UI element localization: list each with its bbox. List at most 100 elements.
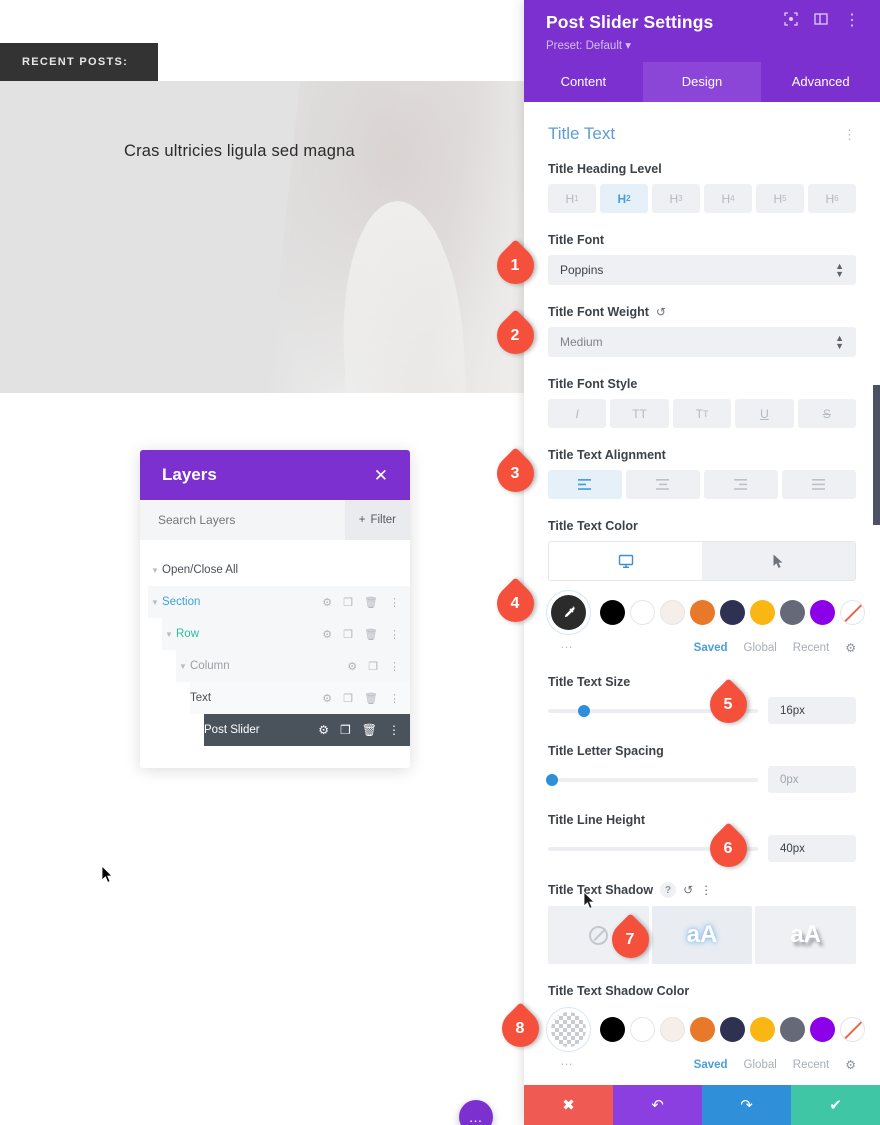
layout-icon[interactable] <box>814 12 828 30</box>
palette-tab-recent[interactable]: Recent <box>793 1059 829 1071</box>
palette-tab-saved[interactable]: Saved <box>694 1059 728 1071</box>
swatch-cream[interactable] <box>660 1017 685 1042</box>
letter-spacing-slider[interactable] <box>546 773 758 786</box>
focus-icon[interactable] <box>784 12 798 30</box>
swatch-purple[interactable] <box>810 600 835 625</box>
swatch-black[interactable] <box>600 1017 625 1042</box>
palette-tab-saved[interactable]: Saved <box>694 642 728 654</box>
close-button[interactable]: ✖ <box>524 1085 613 1125</box>
layer-row-open-close-all[interactable]: ▼ Open/Close All <box>140 554 410 586</box>
heading-level-h1[interactable]: H1 <box>548 184 596 213</box>
heading-level-h6[interactable]: H6 <box>808 184 856 213</box>
more-icon[interactable]: ⋮ <box>389 660 400 673</box>
font-style-smallcaps-icon[interactable]: TT <box>672 399 732 428</box>
swatch-orange[interactable] <box>690 1017 715 1042</box>
shadow-color-current-swatch[interactable] <box>551 1012 586 1047</box>
align-justify-icon[interactable] <box>782 470 856 499</box>
gear-icon[interactable]: ⚙ <box>845 641 856 655</box>
duplicate-icon[interactable]: ❐ <box>343 628 353 641</box>
title-font-weight-select[interactable]: Medium ▲ ▼ <box>548 327 856 357</box>
palette-tab-global[interactable]: Global <box>744 642 777 654</box>
heading-level-h4[interactable]: H4 <box>704 184 752 213</box>
line-height-value[interactable]: 40px <box>768 835 856 862</box>
layer-row-section[interactable]: ▼ Section ⚙ ❐ 🗑 ⋮ <box>148 586 410 618</box>
swatch-navy[interactable] <box>720 600 745 625</box>
chevron-down-icon[interactable]: ▼ <box>162 630 176 639</box>
font-style-underline-icon[interactable]: U <box>735 399 794 428</box>
swatch-white[interactable] <box>630 1017 655 1042</box>
heading-level-h5[interactable]: H5 <box>756 184 804 213</box>
preset-selector[interactable]: Preset: Default ▾ <box>546 38 860 52</box>
trash-icon[interactable]: 🗑 <box>364 628 378 641</box>
align-left-icon[interactable] <box>548 470 622 499</box>
swatch-yellow[interactable] <box>750 1017 775 1042</box>
swatch-purple[interactable] <box>810 1017 835 1042</box>
palette-tab-recent[interactable]: Recent <box>793 642 829 654</box>
swatch-gray[interactable] <box>780 600 805 625</box>
post-slider-preview[interactable] <box>0 81 524 393</box>
shadow-glow-option[interactable]: aA <box>651 906 753 964</box>
chevron-down-icon[interactable]: ▼ <box>176 662 190 671</box>
more-icon[interactable]: ⋮ <box>389 692 400 705</box>
redo-button[interactable]: ↷ <box>702 1085 791 1125</box>
font-style-italic-icon[interactable]: I <box>548 399 607 428</box>
title-font-select[interactable]: Poppins ▲ ▼ <box>548 255 856 285</box>
heading-level-h3[interactable]: H3 <box>652 184 700 213</box>
hover-state-cursor-icon[interactable] <box>702 542 855 580</box>
panel-scrollbar[interactable] <box>873 385 880 525</box>
trash-icon[interactable]: 🗑 <box>362 723 377 737</box>
gear-icon[interactable]: ⚙ <box>322 596 332 609</box>
duplicate-icon[interactable]: ❐ <box>368 660 378 673</box>
swatch-white[interactable] <box>630 600 655 625</box>
duplicate-icon[interactable]: ❐ <box>343 596 353 609</box>
undo-button[interactable]: ↶ <box>613 1085 702 1125</box>
shadow-drop-option[interactable]: aA <box>755 906 857 964</box>
swatch-black[interactable] <box>600 600 625 625</box>
swatch-yellow[interactable] <box>750 600 775 625</box>
duplicate-icon[interactable]: ❐ <box>340 723 351 737</box>
more-icon[interactable]: ⋮ <box>388 723 400 737</box>
swatch-transparent[interactable] <box>840 600 865 625</box>
save-button[interactable]: ✔ <box>791 1085 880 1125</box>
swatch-gray[interactable] <box>780 1017 805 1042</box>
question-icon[interactable]: ? <box>660 882 677 898</box>
font-style-strikethrough-icon[interactable]: S <box>797 399 857 428</box>
trash-icon[interactable]: 🗑 <box>364 596 378 609</box>
layer-row-text[interactable]: Text ⚙ ❐ 🗑 ⋮ <box>190 682 410 714</box>
swatch-navy[interactable] <box>720 1017 745 1042</box>
filter-button[interactable]: + Filter <box>344 500 410 540</box>
gear-icon[interactable]: ⚙ <box>845 1058 856 1072</box>
more-icon[interactable]: ⋮ <box>389 596 400 609</box>
layer-row-post-slider[interactable]: Post Slider ⚙ ❐ 🗑 ⋮ <box>204 714 410 746</box>
trash-icon[interactable]: 🗑 <box>364 692 378 705</box>
swatch-orange[interactable] <box>690 600 715 625</box>
swatch-transparent[interactable] <box>840 1017 865 1042</box>
close-icon[interactable]: ✕ <box>374 467 388 484</box>
tab-design[interactable]: Design <box>642 62 762 102</box>
eyedropper-icon[interactable] <box>551 595 586 630</box>
more-vertical-icon[interactable]: ⋮ <box>844 13 860 29</box>
duplicate-icon[interactable]: ❐ <box>343 692 353 705</box>
palette-tab-global[interactable]: Global <box>744 1059 777 1071</box>
gear-icon[interactable]: ⚙ <box>322 692 332 705</box>
more-vertical-icon[interactable]: ⋮ <box>843 128 856 141</box>
search-layers-input[interactable] <box>140 500 345 540</box>
chevron-down-icon[interactable]: ▼ <box>148 598 162 607</box>
tab-advanced[interactable]: Advanced <box>761 62 880 102</box>
chevron-down-icon[interactable]: ▼ <box>148 566 162 575</box>
tab-content[interactable]: Content <box>524 62 643 102</box>
gear-icon[interactable]: ⚙ <box>322 628 332 641</box>
swatch-cream[interactable] <box>660 600 685 625</box>
align-right-icon[interactable] <box>704 470 778 499</box>
heading-level-h2[interactable]: H2 <box>600 184 648 213</box>
more-vertical-icon[interactable]: ⋮ <box>700 883 712 897</box>
desktop-icon[interactable] <box>549 542 702 580</box>
reset-icon[interactable]: ↺ <box>656 305 666 319</box>
gear-icon[interactable]: ⚙ <box>347 660 357 673</box>
gear-icon[interactable]: ⚙ <box>318 723 329 737</box>
layer-row-row[interactable]: ▼ Row ⚙ ❐ 🗑 ⋮ <box>162 618 410 650</box>
font-style-uppercase-icon[interactable]: TT <box>610 399 669 428</box>
more-icon[interactable]: ⋮ <box>389 628 400 641</box>
letter-spacing-value[interactable]: 0px <box>768 766 856 793</box>
align-center-icon[interactable] <box>626 470 700 499</box>
